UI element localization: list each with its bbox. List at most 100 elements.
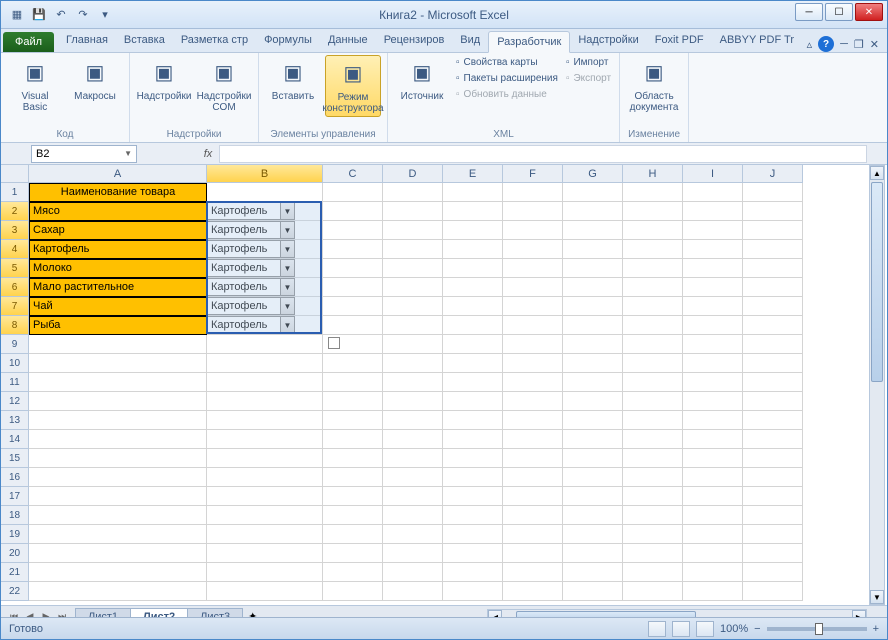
cell[interactable] — [683, 221, 743, 240]
design-mode-button[interactable]: ▣Режим конструктора — [325, 55, 381, 117]
row-header[interactable]: 10 — [1, 354, 29, 373]
cell[interactable] — [743, 468, 803, 487]
cell[interactable] — [443, 354, 503, 373]
cell[interactable] — [743, 297, 803, 316]
row-header[interactable]: 11 — [1, 373, 29, 392]
cell[interactable] — [383, 335, 443, 354]
page-break-view-button[interactable] — [696, 621, 714, 637]
ribbon-tab-9[interactable]: Foxit PDF — [647, 30, 712, 52]
cell[interactable] — [563, 525, 623, 544]
qat-dropdown-icon[interactable]: ▾ — [95, 5, 115, 25]
cell[interactable] — [743, 354, 803, 373]
close-button[interactable]: ✕ — [855, 3, 883, 21]
import-button[interactable]: ▫Импорт — [564, 55, 613, 70]
cell[interactable] — [743, 544, 803, 563]
data-cell[interactable]: Мясо — [29, 202, 207, 221]
header-cell[interactable]: Наименование товара — [29, 183, 207, 202]
cell[interactable] — [443, 392, 503, 411]
cell[interactable] — [383, 278, 443, 297]
row-header[interactable]: 13 — [1, 411, 29, 430]
cell[interactable] — [503, 335, 563, 354]
cell[interactable] — [623, 468, 683, 487]
help-icon[interactable]: ? — [818, 36, 834, 52]
cell[interactable] — [683, 392, 743, 411]
cell[interactable] — [683, 373, 743, 392]
cell[interactable] — [623, 354, 683, 373]
cell[interactable] — [623, 202, 683, 221]
ribbon-tab-5[interactable]: Рецензиров — [376, 30, 453, 52]
row-header[interactable]: 4 — [1, 240, 29, 259]
cell[interactable] — [563, 392, 623, 411]
data-cell[interactable]: Сахар — [29, 221, 207, 240]
cell[interactable] — [563, 582, 623, 601]
zoom-in-button[interactable]: + — [873, 623, 879, 635]
cell[interactable] — [563, 487, 623, 506]
row-header[interactable]: 18 — [1, 506, 29, 525]
cell[interactable] — [443, 487, 503, 506]
ribbon-tab-2[interactable]: Разметка стр — [173, 30, 256, 52]
worksheet-grid[interactable]: ABCDEFGHIJ 12345678910111213141516171819… — [1, 165, 887, 605]
cell[interactable] — [29, 468, 207, 487]
save-icon[interactable]: 💾 — [29, 5, 49, 25]
page-layout-view-button[interactable] — [672, 621, 690, 637]
doc-panel-button[interactable]: ▣Область документа — [626, 55, 682, 115]
column-header[interactable]: J — [743, 165, 803, 183]
cell[interactable] — [623, 240, 683, 259]
cell[interactable] — [623, 297, 683, 316]
cell[interactable] — [207, 183, 323, 202]
cell[interactable] — [323, 506, 383, 525]
addins-button[interactable]: ▣Надстройки — [136, 55, 192, 104]
cell[interactable] — [207, 525, 323, 544]
cell[interactable] — [383, 544, 443, 563]
cell[interactable] — [623, 582, 683, 601]
cell[interactable] — [29, 487, 207, 506]
cell[interactable] — [443, 582, 503, 601]
combobox-control[interactable]: Картофель▼ — [207, 240, 295, 258]
cell[interactable] — [743, 373, 803, 392]
cell[interactable] — [503, 411, 563, 430]
cell[interactable] — [207, 449, 323, 468]
cell[interactable] — [29, 449, 207, 468]
cell[interactable] — [443, 525, 503, 544]
cell[interactable] — [29, 506, 207, 525]
cell[interactable] — [383, 468, 443, 487]
cell[interactable] — [29, 335, 207, 354]
com-addins-button[interactable]: ▣Надстройки COM — [196, 55, 252, 115]
cell[interactable] — [623, 430, 683, 449]
cell[interactable] — [503, 449, 563, 468]
combobox-control[interactable]: Картофель▼ — [207, 221, 295, 239]
cell[interactable] — [207, 373, 323, 392]
cell[interactable] — [443, 316, 503, 335]
cell[interactable] — [683, 183, 743, 202]
cell[interactable] — [443, 240, 503, 259]
combobox-arrow-icon[interactable]: ▼ — [280, 222, 294, 238]
cell[interactable] — [383, 373, 443, 392]
cell[interactable] — [443, 506, 503, 525]
cell[interactable] — [623, 544, 683, 563]
cell[interactable] — [503, 202, 563, 221]
cell[interactable] — [443, 183, 503, 202]
cell[interactable] — [623, 316, 683, 335]
cell[interactable] — [323, 259, 383, 278]
normal-view-button[interactable] — [648, 621, 666, 637]
cell[interactable] — [323, 582, 383, 601]
visual-basic-button[interactable]: ▣Visual Basic — [7, 55, 63, 115]
combobox-control[interactable]: Картофель▼ — [207, 278, 295, 296]
cell[interactable] — [563, 449, 623, 468]
scroll-down-button[interactable]: ▼ — [870, 590, 884, 604]
cell[interactable] — [503, 183, 563, 202]
ribbon-tab-3[interactable]: Формулы — [256, 30, 320, 52]
vertical-scrollbar[interactable]: ▲ ▼ — [869, 165, 885, 605]
redo-icon[interactable]: ↷ — [73, 5, 93, 25]
cell[interactable] — [563, 259, 623, 278]
cell[interactable] — [443, 411, 503, 430]
cell[interactable] — [743, 259, 803, 278]
doc-restore-icon[interactable]: ❐ — [854, 38, 864, 51]
column-header[interactable]: E — [443, 165, 503, 183]
cell[interactable] — [623, 335, 683, 354]
cell[interactable] — [683, 487, 743, 506]
cell[interactable] — [683, 278, 743, 297]
cell[interactable] — [323, 297, 383, 316]
row-header[interactable]: 16 — [1, 468, 29, 487]
cell[interactable] — [563, 430, 623, 449]
